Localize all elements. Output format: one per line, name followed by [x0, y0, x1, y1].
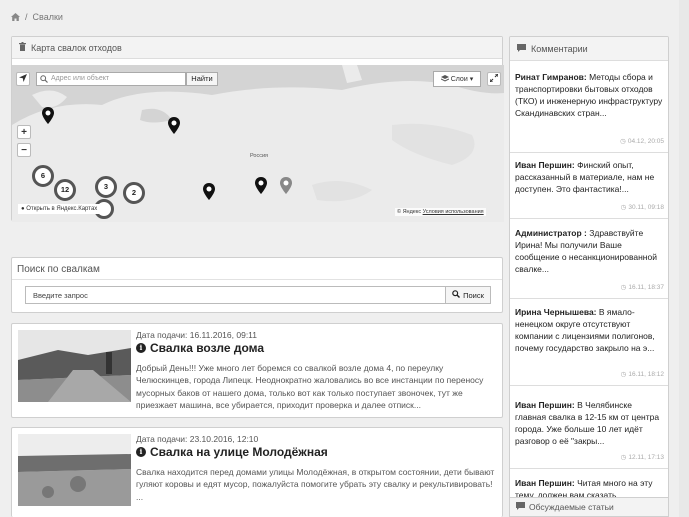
- expand-icon: [489, 72, 499, 85]
- article-thumbnail[interactable]: [18, 434, 131, 506]
- home-icon[interactable]: [11, 13, 20, 21]
- terms-link[interactable]: Условия использования: [423, 209, 484, 215]
- article-excerpt: Свалка находится перед домами улицы Моло…: [136, 467, 495, 502]
- article-card[interactable]: Дата подачи: 16.11.2016, 09:11 i Свалка …: [11, 323, 503, 418]
- map-panel: Карта свалок отходов Адрес или объект На…: [11, 36, 504, 222]
- map-search-placeholder: Адрес или объект: [51, 75, 110, 82]
- article-title[interactable]: i Свалка на улице Молодёжная: [136, 445, 328, 459]
- country-label: Россия: [250, 153, 269, 159]
- map-search-input[interactable]: Адрес или объект: [36, 72, 186, 86]
- comment-date-text: 16.11, 18:12: [628, 370, 664, 378]
- comment-date: ◷ 30.11, 09:18: [620, 203, 664, 212]
- discussed-articles-title: Обсуждаемые статьи: [529, 502, 614, 512]
- clock-icon: ◷: [620, 454, 627, 461]
- map-copyright: © Яндекс Условия использования: [395, 208, 486, 216]
- article-excerpt: Добрый День!!! Уже много лет боремся со …: [136, 363, 484, 410]
- map-cluster[interactable]: 3: [95, 176, 117, 198]
- map-pin-icon[interactable]: [280, 177, 292, 196]
- comment-author[interactable]: Ирина Чернышева:: [515, 307, 597, 317]
- discussed-articles-header[interactable]: Обсуждаемые статьи: [509, 497, 669, 517]
- comment-date-text: 12.11, 17:13: [628, 453, 664, 461]
- comment-date: ◷ 12.11, 17:13: [620, 453, 664, 462]
- comment-date-text: 30.11, 09:18: [628, 203, 664, 211]
- layers-icon: [440, 74, 449, 84]
- article-title-text: Свалка возле дома: [150, 341, 265, 355]
- map-pin-icon[interactable]: [42, 107, 54, 126]
- article-date: Дата подачи: 16.11.2016, 09:11: [136, 330, 258, 340]
- comment-item[interactable]: Ирина Чернышева: В ямало-ненецком округе…: [510, 302, 668, 386]
- article-thumbnail[interactable]: [18, 330, 131, 402]
- map-marker-icon: ●: [21, 206, 25, 212]
- article-date: Дата подачи: 23.10.2016, 12:10: [136, 434, 259, 444]
- search-panel-title: Поиск по свалкам: [12, 258, 502, 280]
- comment-author[interactable]: Иван Першин:: [515, 160, 575, 170]
- layers-label: Слои: [450, 75, 468, 83]
- info-icon: i: [136, 343, 146, 353]
- map-land: [12, 65, 504, 222]
- comment-icon: [517, 43, 526, 54]
- comment-item[interactable]: Ринат Гимранов: Методы сбора и транспорт…: [510, 67, 668, 153]
- search-icon: [40, 75, 48, 85]
- article-card[interactable]: Дата подачи: 23.10.2016, 12:10 i Свалка …: [11, 427, 503, 517]
- clock-icon: ◷: [620, 371, 627, 378]
- map-pin-icon[interactable]: [255, 177, 267, 196]
- comment-author[interactable]: Администратор :: [515, 228, 587, 238]
- comment-item[interactable]: Администратор : Здравствуйте Ирина! Мы п…: [510, 223, 668, 299]
- clock-icon: ◷: [620, 138, 626, 145]
- comment-author[interactable]: Иван Першин:: [515, 478, 575, 488]
- map-pin-icon[interactable]: [168, 117, 180, 136]
- comments-panel: Комментарии Ринат Гимранов: Методы сбора…: [509, 36, 669, 517]
- comment-author[interactable]: Иван Першин:: [515, 400, 575, 410]
- comment-date-text: 16.11, 18:37: [628, 283, 664, 291]
- comment-date: ◷ 16.11, 18:37: [620, 283, 664, 292]
- search-button-label: Поиск: [463, 290, 484, 300]
- open-in-yandex-link[interactable]: ● Открыть в Яндекс.Картах: [18, 204, 101, 214]
- map-cluster[interactable]: 12: [54, 179, 76, 201]
- zoom-out-button[interactable]: −: [17, 143, 31, 157]
- comment-icon: [516, 502, 525, 512]
- map-panel-title: Карта свалок отходов: [31, 42, 122, 53]
- chevron-down-icon: ▾: [469, 76, 474, 83]
- map-cluster[interactable]: 6: [32, 165, 54, 187]
- layers-button[interactable]: Слои ▾: [433, 71, 481, 87]
- locate-button[interactable]: [16, 72, 30, 86]
- comment-item[interactable]: Иван Першин: В Челябинске главная свалка…: [510, 395, 668, 469]
- trash-icon: [19, 42, 26, 53]
- map-pin-icon[interactable]: [203, 183, 215, 202]
- breadcrumb-separator: /: [25, 12, 28, 22]
- info-icon: i: [136, 447, 146, 457]
- comment-date-text: 04.12, 20:05: [627, 137, 664, 145]
- comment-author[interactable]: Ринат Гимранов:: [515, 72, 587, 82]
- clock-icon: ◷: [620, 284, 627, 291]
- search-panel: Поиск по свалкам Введите запрос Поиск: [11, 257, 503, 313]
- article-title[interactable]: i Свалка возле дома: [136, 341, 264, 355]
- comment-date: ◷ 04.12, 20:05: [620, 137, 664, 146]
- search-button[interactable]: Поиск: [445, 286, 491, 304]
- comments-panel-title: Комментарии: [531, 43, 588, 54]
- breadcrumb-current: Свалки: [32, 12, 63, 22]
- copyright-text: © Яндекс: [397, 209, 422, 215]
- map-cluster[interactable]: 2: [123, 182, 145, 204]
- clock-icon: ◷: [620, 204, 627, 211]
- location-arrow-icon: [19, 73, 27, 85]
- breadcrumb: / Свалки: [11, 12, 63, 22]
- search-icon: [452, 290, 461, 300]
- open-link-label: Открыть в Яндекс.Картах: [26, 206, 98, 212]
- map-panel-header: Карта свалок отходов: [12, 37, 502, 59]
- zoom-in-button[interactable]: +: [17, 125, 31, 139]
- fullscreen-button[interactable]: [487, 72, 501, 86]
- map-canvas[interactable]: Адрес или объект Найти Слои ▾ + − Россия…: [12, 65, 504, 222]
- map-find-button[interactable]: Найти: [186, 72, 218, 86]
- search-input[interactable]: Введите запрос: [25, 286, 446, 304]
- comment-date: ◷ 16.11, 18:12: [620, 370, 664, 379]
- article-title-text: Свалка на улице Молодёжная: [150, 445, 328, 459]
- comment-item[interactable]: Иван Першин: Финский опыт, рассказанный …: [510, 155, 668, 219]
- page-scrollbar[interactable]: [679, 0, 689, 517]
- comments-panel-header: Комментарии: [510, 37, 668, 61]
